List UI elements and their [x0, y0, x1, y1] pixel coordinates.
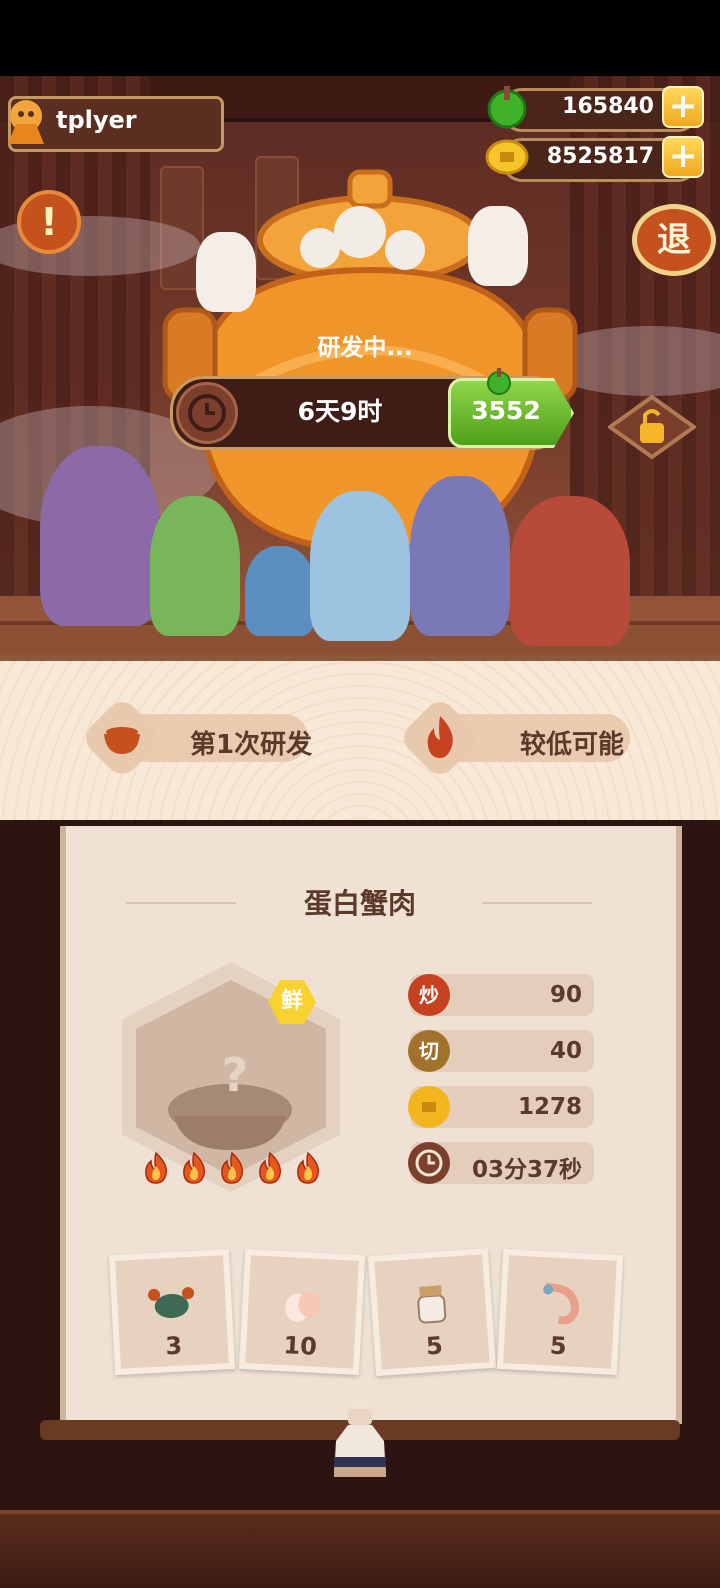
jade-icon	[487, 86, 527, 129]
pot-icon	[104, 727, 140, 754]
character-pet[interactable]	[245, 546, 315, 636]
ingredient-card-jar[interactable]: 5	[367, 1247, 497, 1377]
coin-icon	[408, 1086, 450, 1128]
speedup-cost: 3552	[471, 396, 541, 425]
player-avatar-icon[interactable]	[2, 88, 50, 148]
flame-icon	[297, 1152, 320, 1184]
clock-icon	[408, 1142, 450, 1184]
unknown-dish-mark: ?	[221, 1048, 249, 1102]
bottom-wood-bar	[0, 1510, 720, 1588]
jade-icon	[487, 368, 511, 395]
flame-icon	[183, 1152, 206, 1184]
rabbit-chef	[196, 232, 256, 312]
shrimp-icon	[543, 1283, 580, 1325]
notice-button[interactable]: !	[17, 190, 81, 254]
flame-icon	[259, 1152, 282, 1184]
coin-amount: 8525817	[546, 144, 654, 169]
research-timer: 6天9时	[297, 397, 383, 426]
character-chef[interactable]	[310, 491, 410, 641]
clock-icon	[176, 382, 238, 444]
ingredient-count: 10	[282, 1331, 318, 1361]
stat-value: 90	[549, 982, 582, 1008]
stat-row: 切 40	[408, 1030, 594, 1072]
stat-row: 03分37秒	[408, 1142, 594, 1184]
ingredient-card-egg[interactable]: 10	[238, 1248, 366, 1376]
character-chef[interactable]	[410, 476, 510, 636]
coin-icon	[485, 139, 529, 175]
ingredient-count: 3	[164, 1331, 183, 1361]
attempt-label: 第1次研发	[190, 730, 313, 760]
egg-icon	[285, 1291, 321, 1322]
fire-icon	[427, 716, 453, 758]
exit-button[interactable]: 退	[632, 204, 716, 276]
ingredient-count: 5	[549, 1331, 568, 1361]
jar-icon	[417, 1285, 447, 1324]
flame-icon	[145, 1152, 168, 1184]
ingredient-card-crab[interactable]: 3	[108, 1248, 236, 1376]
rabbit-chef	[468, 206, 528, 286]
stat-row: 1278	[408, 1086, 594, 1128]
add-jade-button[interactable]: +	[662, 86, 704, 128]
skill-icon: 炒	[408, 974, 450, 1016]
stat-value: 1278	[517, 1094, 582, 1120]
player-name: tplyer	[56, 106, 137, 134]
recipe-name: 蛋白蟹肉	[303, 887, 416, 920]
character-chef[interactable]	[150, 496, 240, 636]
add-coins-button[interactable]: +	[662, 136, 704, 178]
ingredient-card-shrimp[interactable]: 5	[496, 1248, 624, 1376]
lock-icon[interactable]	[608, 395, 696, 459]
character-chef[interactable]	[40, 446, 160, 626]
stat-value: 40	[549, 1038, 582, 1064]
stat-row: 炒 90	[408, 974, 594, 1016]
flame-icon	[221, 1152, 244, 1184]
jade-amount: 165840	[562, 94, 654, 119]
research-status: 研发中...	[317, 335, 413, 361]
skill-icon: 切	[408, 1030, 450, 1072]
stat-value: 03分37秒	[471, 1157, 582, 1183]
scroll-pendant-icon	[334, 1397, 386, 1477]
ingredient-count: 5	[425, 1331, 444, 1361]
crab-icon	[148, 1287, 195, 1319]
character-chef[interactable]	[510, 496, 630, 646]
chance-label: 较低可能	[520, 730, 625, 760]
